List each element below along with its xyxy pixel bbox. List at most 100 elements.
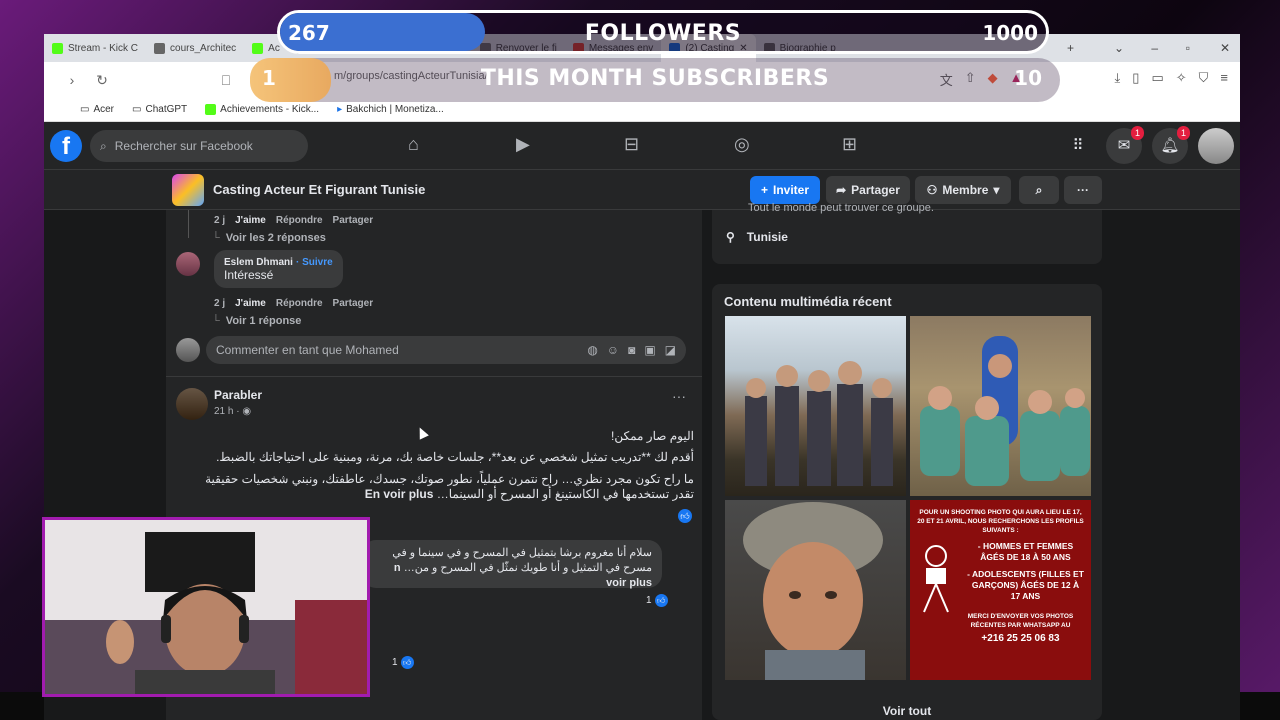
reaction-count[interactable]: 1 👍︎ bbox=[392, 656, 414, 669]
see-more-link[interactable]: En voir plus bbox=[365, 487, 434, 501]
poster-text: - HOMMES ET FEMMES ÂGÉS DE 18 À 50 ANS bbox=[977, 541, 1074, 562]
globe-icon: ◉ bbox=[242, 406, 252, 417]
notifications-badge: 1 bbox=[1176, 126, 1190, 140]
groups-icon[interactable]: ◎ bbox=[734, 134, 750, 155]
comment-time: 2 j bbox=[214, 215, 226, 226]
reload-icon[interactable]: ↻ bbox=[90, 72, 114, 89]
vpn-icon[interactable]: ⛉ bbox=[1199, 70, 1209, 89]
post-more-icon[interactable]: ··· bbox=[672, 388, 686, 404]
tab-favicon-icon bbox=[252, 42, 264, 54]
more-options-button[interactable]: ··· bbox=[1064, 176, 1102, 204]
home-icon[interactable]: ⌂ bbox=[408, 134, 419, 155]
messenger-icon[interactable]: ✉ 1 bbox=[1106, 126, 1144, 164]
like-reaction-icon: 👍︎ bbox=[654, 594, 668, 607]
followers-label: FOLLOWERS bbox=[584, 21, 742, 46]
gaming-icon[interactable]: ⊞ bbox=[842, 134, 857, 155]
group-title[interactable]: Casting Acteur Et Figurant Tunisie bbox=[213, 182, 425, 197]
wallet-icon[interactable]: ▭ bbox=[1151, 70, 1163, 89]
share-button[interactable]: ➦ Partager bbox=[826, 176, 910, 204]
comment-text: سلام أنا مغروم برشا بتمثيل في المسرح و ف… bbox=[392, 547, 652, 574]
bookmark-kick[interactable]: Achievements - Kick... bbox=[205, 104, 319, 115]
emoji-icon[interactable]: ☺ bbox=[607, 343, 619, 357]
like-reaction-icon: 👍︎ bbox=[400, 656, 414, 669]
like-link[interactable]: J'aime bbox=[235, 298, 266, 309]
browser-tab[interactable]: Stream - Kick C bbox=[44, 34, 146, 62]
invite-button[interactable]: + Inviter bbox=[750, 176, 820, 204]
group-avatar[interactable] bbox=[172, 174, 204, 206]
post-line: اليوم صار ممكن! bbox=[610, 429, 694, 443]
browser-tab[interactable]: cours_Architec bbox=[146, 34, 244, 62]
like-link[interactable]: J'aime bbox=[235, 215, 266, 226]
avatar[interactable] bbox=[176, 252, 200, 276]
media-photo-child-portrait[interactable] bbox=[725, 500, 906, 680]
reply-link[interactable]: Répondre bbox=[276, 298, 323, 309]
close-window-icon[interactable]: ✕ bbox=[1220, 41, 1230, 55]
media-photo-children-group[interactable] bbox=[725, 316, 906, 496]
search-input[interactable]: ⌕ Rechercher sur Facebook bbox=[90, 130, 308, 162]
group-search-button[interactable]: ⌕ bbox=[1019, 176, 1059, 204]
minimize-icon[interactable]: – bbox=[1151, 41, 1158, 55]
media-title: Contenu multimédia récent bbox=[724, 294, 892, 309]
divider bbox=[166, 376, 702, 377]
view-replies[interactable]: └ Voir les 2 réponses bbox=[212, 232, 326, 244]
view-replies[interactable]: └ Voir 1 réponse bbox=[212, 315, 301, 327]
avatar-sticker-icon[interactable]: ◍ bbox=[587, 343, 597, 357]
camera-icon[interactable]: ◙ bbox=[628, 343, 635, 357]
tab-search-icon[interactable]: ⌄ bbox=[1114, 41, 1124, 55]
member-button[interactable]: ⚇ Membre ▾ bbox=[915, 176, 1011, 204]
search-icon: ⌕ bbox=[100, 138, 107, 153]
reply-arrow-icon: └ bbox=[212, 232, 220, 244]
follow-link[interactable]: · Suivre bbox=[296, 257, 333, 268]
post-line: ما راح تكون مجرد نظري… راح نتمرن عملياً،… bbox=[205, 472, 694, 501]
comment-actions: 2 j J'aime Répondre Partager bbox=[214, 215, 373, 226]
search-icon: ⌕ bbox=[1035, 182, 1043, 197]
like-reaction-icon: 👍︎ bbox=[678, 509, 692, 523]
comment-author[interactable]: Eslem Dhmani bbox=[224, 257, 293, 268]
new-tab-icon[interactable]: + bbox=[1067, 41, 1074, 55]
post-line: أقدم لك **تدريب تمثيل شخصي عن بعد**، جلس… bbox=[216, 450, 694, 464]
comment-input[interactable]: Commenter en tant que Mohamed ◍ ☺ ◙ ▣ ◪ bbox=[206, 336, 686, 364]
kick-icon bbox=[205, 104, 217, 115]
share-link[interactable]: Partager bbox=[333, 215, 374, 226]
reaction-count[interactable]: 1 👍︎ bbox=[646, 594, 668, 607]
see-all-link[interactable]: Voir tout bbox=[712, 704, 1102, 718]
followers-goal: 1000 bbox=[982, 21, 1038, 45]
maximize-icon[interactable]: ▫ bbox=[1186, 41, 1190, 55]
video-icon[interactable]: ▶ bbox=[516, 134, 530, 155]
media-photo-children-sitting[interactable] bbox=[910, 316, 1091, 496]
forward-icon[interactable]: › bbox=[60, 72, 84, 88]
more-icon: ··· bbox=[1077, 183, 1089, 197]
facebook-logo[interactable]: f bbox=[50, 130, 82, 162]
share-link[interactable]: Partager bbox=[333, 298, 374, 309]
ai-icon[interactable]: ✧ bbox=[1176, 70, 1187, 89]
tab-label: Stream - Kick C bbox=[68, 42, 139, 54]
camera-illustration-icon bbox=[918, 544, 954, 614]
reply-link[interactable]: Répondre bbox=[276, 215, 323, 226]
poster-text: MERCI D'ENVOYER VOS PHOTOS RÉCENTES PAR … bbox=[967, 613, 1074, 629]
marketplace-icon[interactable]: ⊟ bbox=[624, 134, 639, 155]
bookmark-bakchich[interactable]: ▸ Bakchich | Monetiza... bbox=[337, 104, 444, 115]
children-figures bbox=[920, 336, 1090, 486]
group-header: Casting Acteur Et Figurant Tunisie + Invi… bbox=[44, 170, 1240, 210]
webcam-overlay bbox=[42, 517, 370, 697]
notifications-icon[interactable]: 🔔︎ 1 bbox=[1152, 126, 1190, 164]
bookmark-icon[interactable]: ⎕ bbox=[214, 72, 238, 89]
bookmark-acer[interactable]: ▭ Acer bbox=[80, 104, 114, 115]
media-casting-poster[interactable]: POUR UN SHOOTING PHOTO QUI AURA LIEU LE … bbox=[910, 500, 1091, 680]
post-time[interactable]: 21 h · ◉ bbox=[214, 406, 251, 417]
menu-icon[interactable]: ≡ bbox=[1220, 70, 1228, 89]
avatar[interactable] bbox=[176, 338, 200, 362]
members-icon: ⚇ bbox=[926, 183, 938, 197]
comment-bubble: سلام أنا مغروم برشا بتمثيل في المسرح و ف… bbox=[362, 540, 662, 589]
sticker-icon[interactable]: ◪ bbox=[665, 343, 676, 357]
avatar[interactable] bbox=[1198, 128, 1234, 164]
post-author[interactable]: Parabler bbox=[214, 388, 262, 402]
location-pin-icon: ⚲ bbox=[726, 230, 735, 244]
download-icon[interactable]: ⤓ bbox=[1115, 70, 1121, 89]
avatar[interactable] bbox=[176, 388, 208, 420]
sidebar-icon[interactable]: ▯ bbox=[1132, 70, 1139, 89]
gif-icon[interactable]: ▣ bbox=[644, 343, 655, 357]
apps-menu-icon[interactable]: ⠿ bbox=[1060, 128, 1096, 164]
bookmark-chatgpt[interactable]: ▭ ChatGPT bbox=[132, 104, 187, 115]
plus-icon: + bbox=[760, 183, 768, 197]
